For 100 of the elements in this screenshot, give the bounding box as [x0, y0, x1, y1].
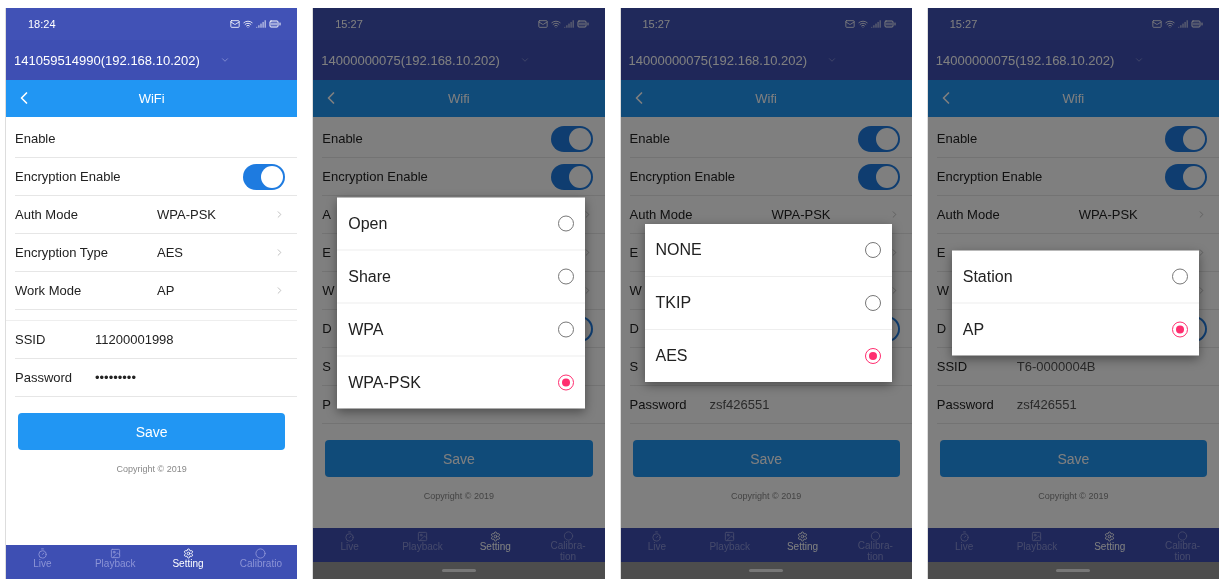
setting-label: Encryption Type — [15, 245, 108, 260]
toggle-switch[interactable] — [243, 163, 286, 190]
option-item[interactable]: Share — [337, 249, 585, 302]
nav-tab[interactable]: Playback — [78, 545, 152, 579]
option-item[interactable]: WPA — [337, 302, 585, 355]
setting-label: Encryption Enable — [629, 169, 735, 184]
signal-icon — [870, 19, 881, 29]
toggle-switch[interactable] — [857, 163, 900, 190]
page-title: Wifi — [755, 91, 777, 106]
setting-value: AP — [157, 283, 176, 298]
circle-icon[interactable] — [562, 531, 574, 541]
wifi-icon — [1165, 19, 1175, 29]
caret-icon[interactable] — [827, 55, 838, 65]
home-indicator[interactable] — [441, 569, 476, 572]
gear-icon[interactable] — [182, 548, 194, 559]
setting-label: SSID — [15, 332, 46, 347]
caret-icon[interactable] — [519, 55, 530, 65]
setting-label: Enable — [322, 131, 363, 146]
setting-label: Encryption Enable — [15, 169, 121, 184]
circle-icon[interactable] — [255, 548, 267, 559]
setting-label: Encryption Enable — [322, 169, 428, 184]
gear-icon[interactable] — [489, 531, 501, 542]
caret-icon[interactable] — [219, 55, 230, 65]
option-item[interactable]: Open — [337, 197, 585, 249]
mail-icon — [844, 19, 855, 29]
setting-value: AES — [157, 245, 184, 260]
option-item[interactable]: Station — [951, 250, 1199, 302]
stopwatch-icon[interactable] — [36, 548, 48, 559]
copyright-text: Copyright © 2019 — [423, 491, 494, 501]
setting-value: WPA-PSK — [157, 207, 217, 222]
setting-label: Password — [936, 397, 994, 412]
input-field[interactable]: ••••••••• — [95, 370, 286, 385]
nav-tab[interactable]: Setting — [766, 528, 839, 562]
home-indicator[interactable] — [1056, 569, 1091, 572]
chevron-right-icon — [1196, 247, 1207, 258]
nav-tab[interactable]: Setting — [151, 545, 225, 579]
image-icon[interactable] — [109, 548, 121, 559]
input-field[interactable]: T6-0000004B — [1016, 359, 1207, 374]
option-item[interactable]: AES — [644, 328, 892, 382]
gear-icon[interactable] — [1104, 531, 1116, 542]
setting-label: E — [936, 245, 946, 260]
option-item[interactable]: TKIP — [644, 275, 892, 329]
save-button[interactable]: Save — [632, 440, 900, 477]
setting-label: Encryption Enable — [936, 169, 1043, 184]
setting-label: W — [322, 283, 335, 298]
setting-label: Enable — [15, 131, 56, 146]
stopwatch-icon[interactable] — [651, 531, 663, 542]
save-button[interactable]: Save — [939, 440, 1207, 477]
page-title: Wifi — [1062, 91, 1085, 106]
wifi-icon — [857, 19, 868, 29]
image-icon[interactable] — [416, 531, 428, 542]
input-field[interactable]: 11200001998 — [95, 332, 286, 347]
nav-tab[interactable]: Calibratio — [224, 545, 298, 579]
mail-icon — [1152, 19, 1162, 29]
option-item[interactable]: WPA-PSK — [337, 355, 585, 408]
circle-icon[interactable] — [869, 531, 881, 541]
image-icon[interactable] — [1031, 531, 1043, 542]
image-icon[interactable] — [724, 531, 736, 542]
setting-label: Auth Mode — [936, 207, 1000, 222]
toggle-switch[interactable] — [1165, 125, 1207, 152]
battery-icon — [883, 18, 896, 30]
setting-value: WPA-PSK — [771, 207, 832, 222]
nav-tab[interactable]: Setting — [458, 528, 532, 562]
page-title: Wifi — [448, 91, 470, 106]
setting-label: SSID — [936, 359, 968, 374]
setting-label: Enable — [936, 131, 978, 146]
status-time: 18:24 — [28, 18, 56, 30]
nav-tab[interactable]: Live — [6, 545, 79, 579]
stopwatch-icon[interactable] — [958, 531, 970, 542]
input-field[interactable]: zsf426551 — [709, 397, 900, 412]
option-item[interactable]: NONE — [644, 223, 892, 276]
setting-label: D — [629, 321, 639, 336]
home-indicator[interactable] — [749, 569, 784, 572]
caret-icon[interactable] — [1134, 55, 1145, 65]
battery-icon — [269, 18, 282, 30]
signal-icon — [256, 19, 267, 29]
toggle-switch[interactable] — [550, 163, 593, 190]
input-field[interactable]: zsf426551 — [1016, 397, 1207, 412]
save-button[interactable]: Save — [18, 413, 286, 450]
setting-value: WPA-PSK — [1078, 207, 1139, 222]
setting-label: Auth Mode — [629, 207, 693, 222]
status-time: 15:27 — [949, 18, 978, 30]
nav-tab[interactable]: Setting — [1073, 528, 1147, 562]
setting-label: W — [629, 283, 642, 298]
toggle-switch[interactable] — [1165, 163, 1207, 190]
setting-label: P — [322, 397, 331, 412]
circle-icon[interactable] — [1177, 531, 1189, 541]
toggle-switch[interactable] — [857, 125, 900, 152]
battery-icon — [576, 18, 589, 30]
gear-icon[interactable] — [797, 531, 809, 542]
wifi-icon — [243, 19, 254, 29]
stopwatch-icon[interactable] — [344, 531, 356, 542]
option-item[interactable]: AP — [951, 302, 1199, 355]
setting-label: S — [629, 359, 639, 374]
save-button[interactable]: Save — [325, 440, 593, 477]
setting-label: D — [936, 321, 947, 336]
toggle-switch[interactable] — [550, 125, 593, 152]
mail-icon — [537, 19, 548, 29]
setting-label: D — [322, 321, 332, 336]
setting-label: E — [322, 245, 331, 260]
